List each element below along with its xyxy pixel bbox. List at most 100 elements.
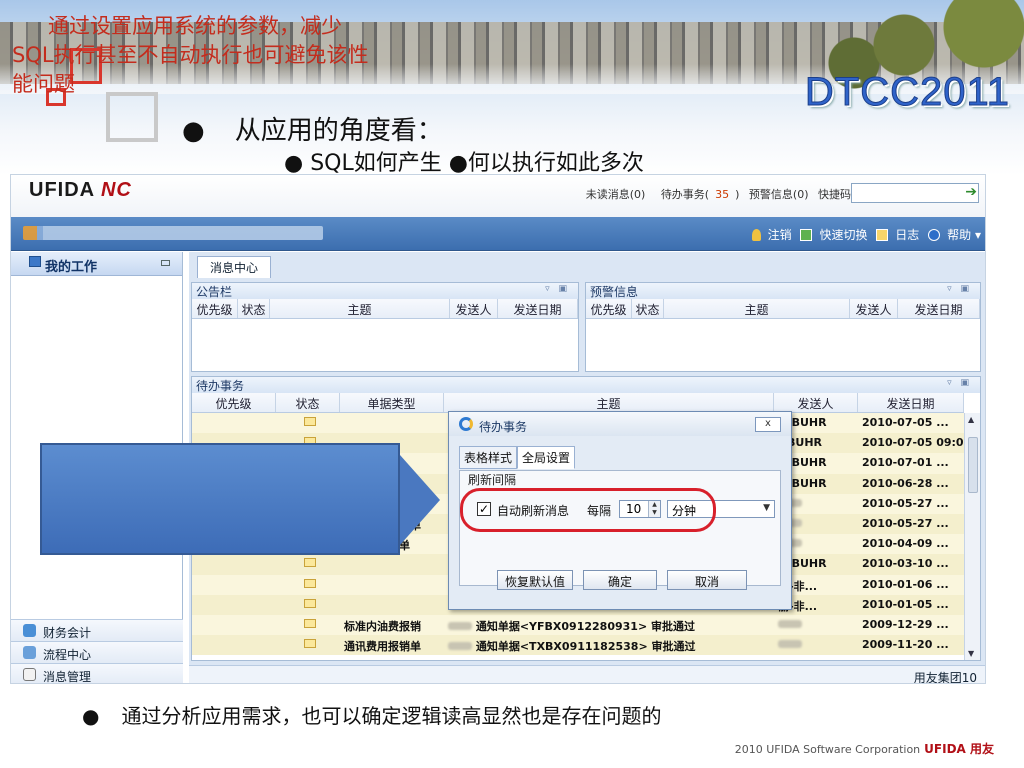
todo-columns: 优先级 状态 单据类型 主题 发送人 发送日期 (192, 393, 964, 413)
log-icon (876, 229, 889, 241)
table-cell: 2010-01-05 ... (862, 597, 949, 611)
callout-text: 通过设置应用系统的参数，减少SQL执行甚至不自动执行也可避免该性能问题 (12, 14, 369, 96)
column-header[interactable]: 发送人 (774, 393, 858, 412)
scroll-down-icon[interactable]: ▼ (968, 649, 974, 658)
tab-strip: 消息中心 (189, 252, 985, 278)
tab-table-style[interactable]: 表格样式 (459, 446, 518, 469)
table-cell (276, 413, 340, 433)
column-header[interactable]: 状态 (238, 299, 270, 318)
sidebar-item-finance[interactable]: 财务会计 (11, 619, 183, 641)
table-cell: 2010-07-05 09:0... (862, 436, 964, 450)
alerts-panel: 预警信息 ▿ ▣ 优先级 状态 主题 发送人 发送日期 (585, 282, 981, 372)
scroll-thumb[interactable] (968, 437, 978, 493)
table-row[interactable]: 通讯费用报销单 通知单据<TXBX0911182538> 审批通过 2009-11… (192, 635, 964, 656)
close-button[interactable]: x (755, 417, 781, 432)
table-cell: 2010-04-09 ... (862, 537, 949, 551)
column-header[interactable]: 发送人 (850, 299, 898, 318)
cancel-button[interactable]: 取消 (667, 570, 747, 590)
table-cell (192, 413, 276, 433)
help-icon (928, 229, 941, 241)
column-header[interactable]: 单据类型 (340, 393, 444, 412)
red-highlight-ellipse (460, 488, 716, 532)
unread-messages-link[interactable]: 未读消息(0) (586, 188, 646, 201)
table-cell: 2010-05-27 ... (862, 496, 949, 510)
column-header[interactable]: 状态 (276, 393, 340, 412)
quick-code-input[interactable] (851, 183, 979, 203)
panel-controls-icon[interactable]: ▿ ▣ (947, 378, 972, 388)
alerts-columns: 优先级 状态 主题 发送人 发送日期 (586, 299, 980, 319)
column-header[interactable]: 主题 (444, 393, 774, 412)
sidebar-header[interactable]: 我的工作 (11, 252, 182, 276)
message-links: 未读消息(0) 待办事务(35) 预警信息(0) 快捷码 (580, 186, 851, 202)
gray-square-decoration (106, 92, 158, 142)
table-cell: 2010-06-28 ... (862, 476, 949, 490)
switch-icon (800, 229, 813, 241)
envelope-icon (304, 417, 316, 426)
sidebar-item-messages[interactable]: 消息管理 (11, 663, 183, 683)
envelope-icon (304, 558, 316, 568)
panel-controls-icon[interactable]: ▿ ▣ (947, 284, 972, 294)
table-row[interactable]: 标准内油费报销 通知单据<YFBX0912280931> 审批通过 2009-12… (192, 614, 964, 636)
table-cell: 2010-07-01 ... (862, 456, 949, 470)
column-header[interactable]: 发送日期 (898, 299, 980, 318)
envelope-icon (304, 618, 316, 628)
ok-button[interactable]: 确定 (583, 570, 657, 590)
minimize-icon[interactable] (161, 260, 170, 266)
column-header[interactable]: 优先级 (586, 299, 632, 318)
restore-defaults-button[interactable]: 恢复默认值 (497, 570, 573, 590)
column-header[interactable]: 主题 (664, 299, 850, 318)
table-cell: 通知单据<YFBX0912280931> 审批通过 (444, 615, 774, 635)
table-cell (276, 595, 340, 615)
alerts-link[interactable]: 预警信息(0) (749, 188, 809, 201)
bulletin-columns: 优先级 状态 主题 发送人 发送日期 (192, 299, 578, 319)
log-button[interactable]: 日志 (876, 228, 919, 242)
table-cell (340, 413, 444, 433)
tab-message-center[interactable]: 消息中心 (197, 256, 272, 278)
envelope-icon (304, 598, 316, 608)
todo-link[interactable]: 待办事务(35) (655, 188, 740, 201)
table-cell: 2010-05-27 ... (862, 516, 949, 530)
app-topbar: UFIDA NC 未读消息(0) 待办事务(35) 预警信息(0) 快捷码 ➔ (11, 175, 985, 217)
table-cell: 通讯费用报销单 (344, 640, 421, 654)
column-header[interactable]: 优先级 (192, 393, 276, 412)
blurred-text (448, 642, 472, 651)
bulletin-title: 公告栏 ▿ ▣ (192, 283, 578, 299)
column-header[interactable]: 发送人 (450, 299, 498, 318)
bulletin-panel: 公告栏 ▿ ▣ 优先级 状态 主题 发送人 发送日期 (191, 282, 579, 372)
table-cell (276, 635, 340, 655)
sidebar-item-workflow[interactable]: 流程中心 (11, 641, 183, 663)
ufida-logo: UFIDA NC (29, 179, 132, 201)
table-cell: 2009-11-20 ... (862, 638, 949, 652)
table-cell: 2010-01-06 ... (862, 577, 949, 591)
scroll-up-icon[interactable]: ▲ (968, 415, 974, 424)
quick-switch-button[interactable]: 快速切换 (800, 228, 867, 242)
table-cell (192, 615, 276, 635)
ufida-brand: UFIDA 用友 (924, 742, 994, 756)
ie-icon (459, 417, 473, 431)
table-cell: 通知单据<TXBX0911182538> 审批通过 (444, 635, 774, 655)
dialog-title: 待办事务 x (449, 412, 791, 436)
column-header[interactable]: 优先级 (192, 299, 238, 318)
bullet-dot: ● (182, 116, 205, 146)
go-arrow-icon[interactable]: ➔ (965, 184, 977, 200)
todo-scrollbar[interactable]: ▲ ▼ (964, 413, 980, 660)
envelope-icon (23, 668, 36, 681)
table-cell: 标准内油费报销 (344, 619, 421, 633)
column-header[interactable]: 状态 (632, 299, 664, 318)
table-cell (192, 635, 276, 655)
table-cell (340, 554, 444, 574)
column-header[interactable]: 主题 (270, 299, 450, 318)
sub-bullets: ● SQL如何产生 ●何以执行如此多次 (284, 151, 644, 176)
table-cell: 2010-07-05 ... (862, 416, 949, 429)
quick-code-label: 快捷码 (818, 188, 851, 201)
blurred-user-info (23, 226, 323, 240)
tab-global-settings[interactable]: 全局设置 (517, 446, 576, 469)
column-header[interactable]: 发送日期 (858, 393, 964, 412)
key-icon (751, 229, 761, 241)
panel-controls-icon[interactable]: ▿ ▣ (545, 284, 570, 294)
logout-button[interactable]: 注销 (751, 228, 792, 242)
table-cell (340, 595, 444, 615)
finance-icon (23, 624, 36, 637)
column-header[interactable]: 发送日期 (498, 299, 578, 318)
help-button[interactable]: 帮助 ▾ (928, 228, 981, 242)
